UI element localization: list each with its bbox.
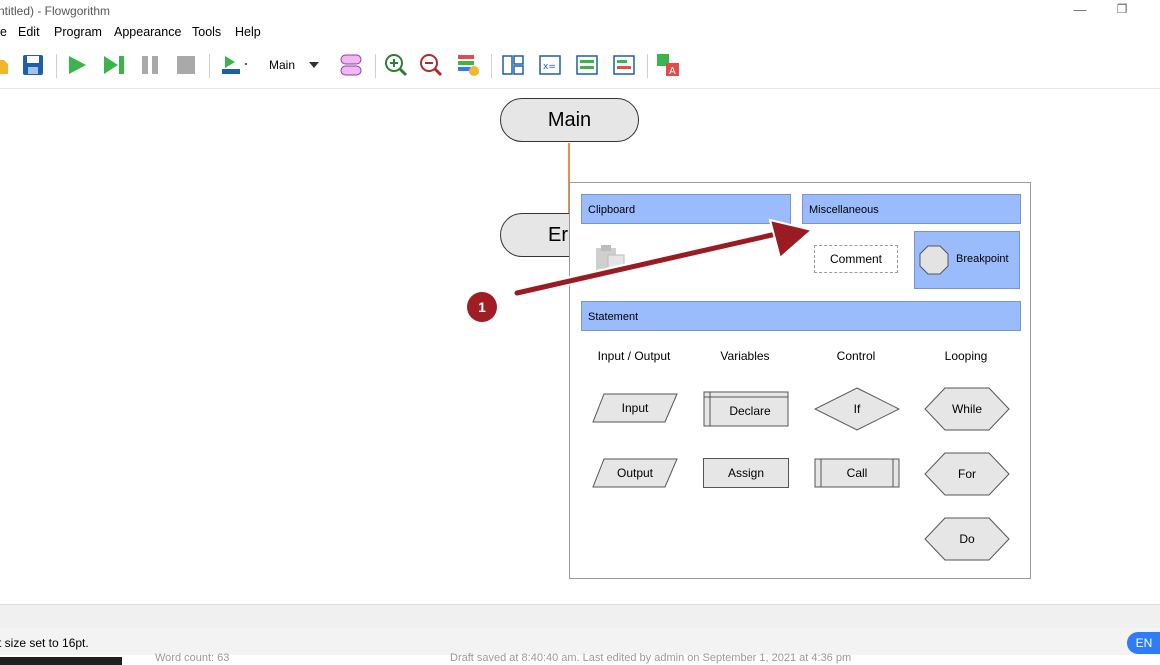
save-icon[interactable] — [21, 52, 45, 78]
if-label: If — [853, 402, 861, 416]
declare-label: Declare — [729, 404, 771, 418]
layout-icon[interactable] — [338, 52, 364, 78]
while-shape[interactable]: While — [924, 387, 1010, 431]
clipboard-paste-icon[interactable] — [594, 243, 628, 276]
status-message: t size set to 16pt. — [0, 636, 89, 650]
breakpoint-label: Breakpoint — [956, 253, 1009, 265]
chevron-down-icon[interactable] — [306, 52, 322, 78]
input-shape[interactable]: Input — [592, 393, 678, 423]
pause-icon[interactable] — [138, 52, 162, 78]
if-shape[interactable]: If — [814, 387, 900, 431]
menu-bar: e Edit Program Appearance Tools Help — [0, 22, 1160, 42]
column-variables: Variables — [720, 349, 770, 363]
window-title: ntitled) - Flowgorithm — [0, 4, 111, 18]
clipboard-header: Clipboard — [581, 194, 791, 224]
menu-edit[interactable]: Edit — [18, 25, 40, 39]
menu-help[interactable]: Help — [235, 25, 261, 39]
column-input-output: Input / Output — [597, 349, 671, 363]
run-icon[interactable] — [64, 52, 90, 78]
do-shape[interactable]: Do — [924, 517, 1010, 561]
toolbar-separator — [209, 54, 210, 78]
styles-icon[interactable] — [455, 52, 481, 78]
chart-view-icon[interactable] — [611, 52, 637, 78]
misc-header: Miscellaneous — [802, 194, 1021, 224]
menu-program[interactable]: Program — [54, 25, 102, 39]
source-view-icon[interactable] — [500, 52, 526, 78]
status-bar — [0, 628, 1160, 655]
output-shape[interactable]: Output — [592, 458, 678, 488]
translate-icon[interactable]: A — [655, 52, 681, 78]
while-label: While — [951, 402, 982, 416]
minimize-icon[interactable]: — — [1070, 2, 1090, 18]
statement-header: Statement — [581, 301, 1021, 331]
assign-shape[interactable]: Assign — [703, 458, 789, 488]
toolbar-separator — [56, 54, 57, 78]
breakpoint-octagon-icon — [919, 245, 949, 275]
toolbar-separator — [647, 54, 648, 78]
declare-shape[interactable]: Declare — [703, 391, 789, 427]
output-label: Output — [616, 466, 654, 480]
stop-icon[interactable] — [174, 52, 198, 78]
panel-divider — [0, 604, 1160, 629]
console-view-icon[interactable] — [574, 52, 600, 78]
zoom-in-icon[interactable] — [383, 52, 409, 78]
do-label: Do — [959, 532, 975, 546]
toolbar-separator — [491, 54, 492, 78]
main-terminal[interactable]: Main — [500, 98, 639, 142]
menu-tools[interactable]: Tools — [192, 25, 221, 39]
toolbar-separator — [375, 54, 376, 78]
zoom-out-icon[interactable] — [418, 52, 444, 78]
toolbar: Main x= A — [0, 44, 1160, 89]
open-icon[interactable] — [0, 52, 8, 78]
step-icon[interactable] — [101, 52, 127, 78]
for-label: For — [958, 467, 976, 481]
menu-appearance[interactable]: Appearance — [114, 25, 181, 39]
column-looping: Looping — [944, 349, 988, 363]
svg-text:x=: x= — [543, 62, 556, 72]
call-shape[interactable]: Call — [814, 458, 900, 488]
insert-shape-popup: Clipboard Miscellaneous Comment Breakpoi… — [569, 182, 1031, 579]
column-control: Control — [836, 349, 876, 363]
title-bar: ntitled) - Flowgorithm — ❐ — [0, 0, 1160, 22]
for-shape[interactable]: For — [924, 452, 1010, 496]
annotation-marker: 1 — [467, 292, 497, 322]
draft-info: Draft saved at 8:40:40 am. Last edited b… — [450, 652, 852, 664]
restore-icon[interactable]: ❐ — [1112, 2, 1132, 18]
breakpoint-shape[interactable]: Breakpoint — [914, 231, 1020, 289]
call-label: Call — [846, 466, 868, 480]
variables-view-icon[interactable]: x= — [537, 52, 563, 78]
word-count: Word count: 63 — [155, 652, 230, 664]
underlying-dark-panel — [0, 657, 122, 665]
input-label: Input — [621, 401, 649, 415]
speed-icon[interactable] — [218, 52, 254, 78]
language-badge[interactable]: EN — [1127, 632, 1160, 654]
menu-file[interactable]: e — [0, 25, 7, 39]
svg-text:A: A — [669, 66, 676, 77]
comment-shape[interactable]: Comment — [814, 245, 898, 273]
function-select[interactable]: Main — [269, 58, 295, 72]
